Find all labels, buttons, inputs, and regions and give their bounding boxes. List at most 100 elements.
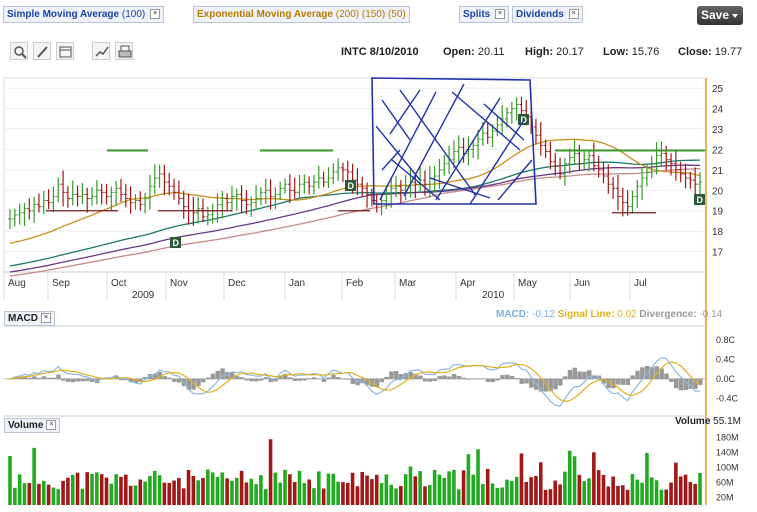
volume-bar [80, 488, 85, 505]
volume-bar [384, 474, 389, 505]
macd-histogram-bar [311, 377, 317, 380]
macd-histogram-bar [287, 377, 293, 380]
macd-histogram-bar [263, 377, 269, 380]
volume-bar [307, 479, 311, 505]
signal-label: Signal Line: [557, 309, 615, 320]
macd-histogram-bar [336, 376, 341, 380]
macd-histogram-bar [321, 378, 327, 383]
volume-bar [399, 486, 403, 505]
volume-bar [447, 471, 451, 505]
volume-bar [302, 483, 307, 505]
volume-tick-label: 100M [716, 463, 739, 473]
macd-histogram-bar [582, 371, 587, 380]
volume-bar [230, 480, 234, 505]
macd-histogram-bar [41, 376, 47, 380]
volume-bar [206, 469, 210, 505]
macd-histogram-bar [210, 373, 216, 380]
volume-bar [659, 489, 664, 505]
macd-histogram-bar [389, 371, 394, 380]
volume-bar [61, 480, 65, 505]
volume-bar [288, 474, 292, 505]
price-tick-label: 18 [712, 227, 724, 238]
month-tick-label: Sep [52, 278, 70, 289]
volume-bar [365, 475, 369, 505]
volume-bar [664, 489, 669, 505]
close-icon[interactable]: × [46, 420, 57, 431]
year-label: 2009 [132, 290, 155, 301]
macd-panel-button[interactable]: MACD × [4, 311, 55, 326]
volume-bar [481, 483, 485, 505]
volume-bar [172, 480, 176, 505]
volume-bar [249, 478, 254, 505]
macd-histogram-bar [27, 377, 32, 380]
macd-chart: 0.8C 0.4C 0.0C -0.4C [4, 325, 739, 407]
volume-bar [191, 476, 196, 505]
close-icon[interactable]: × [41, 313, 51, 324]
macd-histogram-bar [669, 378, 674, 382]
macd-histogram-bar [630, 375, 635, 380]
volume-panel-button[interactable]: Volume × [4, 418, 61, 433]
volume-bar [292, 482, 297, 505]
volume-bar [403, 474, 408, 505]
volume-bar [345, 483, 350, 505]
macd-histogram-bar [258, 378, 264, 381]
volume-bar [90, 473, 94, 505]
volume-bar [616, 485, 620, 505]
volume-bar [374, 474, 379, 505]
volume-bar [283, 469, 287, 505]
volume-bar [563, 471, 567, 505]
volume-bar [606, 486, 611, 505]
volume-bar [70, 474, 75, 505]
macd-histogram-bar [244, 378, 249, 381]
macd-histogram-bar [331, 374, 336, 380]
volume-bar [510, 481, 514, 505]
month-tick-label: May [518, 278, 537, 289]
macd-histogram-bar [509, 375, 515, 380]
volume-panel-label: Volume [8, 420, 44, 431]
volume-bar [529, 477, 533, 505]
volume-bar [297, 470, 302, 505]
macd-histogram-bar [615, 378, 621, 385]
volume-bar [37, 483, 41, 505]
macd-histogram-bar [201, 378, 206, 383]
volume-bar [693, 483, 697, 505]
volume-bar [534, 475, 538, 505]
macd-histogram-bar [316, 378, 322, 380]
volume-bar [181, 488, 186, 505]
macd-histogram-bar [456, 375, 462, 380]
volume-bar [669, 482, 673, 505]
volume-bar [456, 489, 461, 505]
stock-chart[interactable]: 25 24 23 22 21 20 19 18 17 Aug Sep Oct Nov Dec Jan Feb… [0, 0, 757, 512]
time-axis: Aug Sep Oct Nov Dec Jan Feb Mar Apr May Jun Jul 2009… [3, 271, 706, 301]
volume-bar [418, 471, 422, 505]
volume-bar [625, 489, 630, 505]
volume-bar [99, 474, 104, 505]
volume-bar [215, 476, 220, 505]
volume-bar [452, 469, 456, 505]
macd-histogram-bar [620, 378, 626, 385]
volume-bar [548, 489, 553, 505]
volume-bar [350, 472, 355, 505]
volume-bar [505, 479, 509, 505]
price-tick-label: 21 [712, 166, 724, 177]
price-tick-label: 20 [712, 186, 724, 197]
month-tick-label: Nov [170, 278, 188, 289]
volume-legend: Volume 55.1M [675, 416, 741, 427]
hand-drawn-annotations: DDDD [46, 77, 705, 248]
macd-histogram-bar [345, 378, 351, 380]
volume-bar [389, 484, 393, 505]
volume-bar [620, 485, 625, 505]
macd-histogram-bar [504, 374, 510, 380]
macd-histogram-bar [664, 373, 669, 380]
macd-tick-label: 0.4C [716, 354, 736, 364]
volume-bar [500, 487, 504, 505]
volume-bar [234, 477, 239, 505]
volume-bar [259, 475, 263, 505]
macd-histogram-bar [471, 378, 476, 380]
dividend-marker-label: D [697, 195, 704, 205]
volume-bar [148, 475, 152, 505]
price-tick-label: 22 [712, 145, 724, 156]
volume-bar [128, 485, 133, 505]
volume-bar [572, 456, 577, 505]
volume-bar [336, 481, 340, 505]
